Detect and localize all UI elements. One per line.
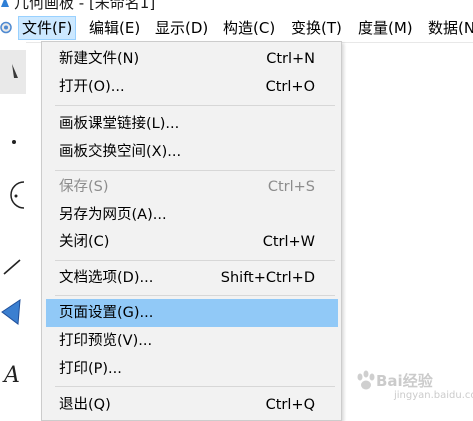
menu-file[interactable]: 文件(F): [18, 16, 77, 40]
menu-separator: [55, 295, 335, 296]
menu-item-print-preview[interactable]: 打印预览(V)...: [46, 327, 338, 355]
compass-tool-icon: [10, 181, 25, 209]
menu-separator: [55, 386, 335, 387]
watermark-subtext: jingyan.baidu.com: [394, 390, 473, 401]
arrow-tool-icon: [0, 50, 26, 94]
document-icon[interactable]: [0, 20, 12, 35]
paw-logo-icon: [357, 370, 375, 390]
menu-item-exchange-space[interactable]: 画板交换空间(X)...: [46, 138, 338, 166]
app-icon: [1, 0, 9, 7]
watermark: Bai经验 jingyan.baidu.com: [356, 370, 473, 406]
toolbar-icons: A: [0, 50, 26, 388]
menu-item-classroom-link[interactable]: 画板课堂链接(L)...: [46, 110, 338, 138]
menu-item-close[interactable]: 关闭(C) Ctrl+W: [46, 228, 338, 256]
menu-separator: [55, 260, 335, 261]
line-tool-icon: [3, 259, 21, 275]
menu-construct[interactable]: 构造(C): [220, 16, 278, 40]
menu-item-new-file[interactable]: 新建文件(N) Ctrl+N: [46, 45, 338, 73]
polygon-tool-icon: [1, 299, 21, 325]
left-toolbar: A: [0, 42, 26, 413]
menu-display[interactable]: 显示(D): [152, 16, 211, 40]
menu-data[interactable]: 数据(N): [425, 16, 473, 40]
menu-separator: [55, 105, 335, 106]
menu-item-open[interactable]: 打开(O)... Ctrl+O: [46, 73, 338, 101]
menu-item-page-setup[interactable]: 页面设置(G)...: [46, 299, 338, 327]
menu-item-document-options[interactable]: 文档选项(D)... Shift+Ctrl+D: [46, 264, 338, 292]
title-bar: 几何画板 - [未命名1]: [0, 0, 473, 14]
menu-item-save-as-webpage[interactable]: 另存为网页(A)...: [46, 201, 338, 229]
menu-item-save[interactable]: 保存(S) Ctrl+S: [46, 173, 338, 201]
text-tool-icon: A: [2, 363, 20, 388]
menu-transform[interactable]: 变换(T): [288, 16, 345, 40]
menu-item-print[interactable]: 打印(P)...: [46, 355, 338, 383]
point-tool-icon: [12, 140, 16, 144]
menu-separator: [55, 170, 335, 171]
watermark-text: Bai经验: [376, 372, 433, 390]
menu-measure[interactable]: 度量(M): [355, 16, 416, 40]
menu-item-exit[interactable]: 退出(Q) Ctrl+Q: [46, 391, 338, 419]
window-title: 几何画板 - [未命名1]: [14, 0, 156, 12]
menu-edit[interactable]: 编辑(E): [86, 16, 143, 40]
menu-bar: 文件(F) 编辑(E) 显示(D) 构造(C) 变换(T) 度量(M) 数据(N…: [0, 14, 473, 43]
file-menu-dropdown: 新建文件(N) Ctrl+N 打开(O)... Ctrl+O 画板课堂链接(L)…: [41, 41, 342, 421]
